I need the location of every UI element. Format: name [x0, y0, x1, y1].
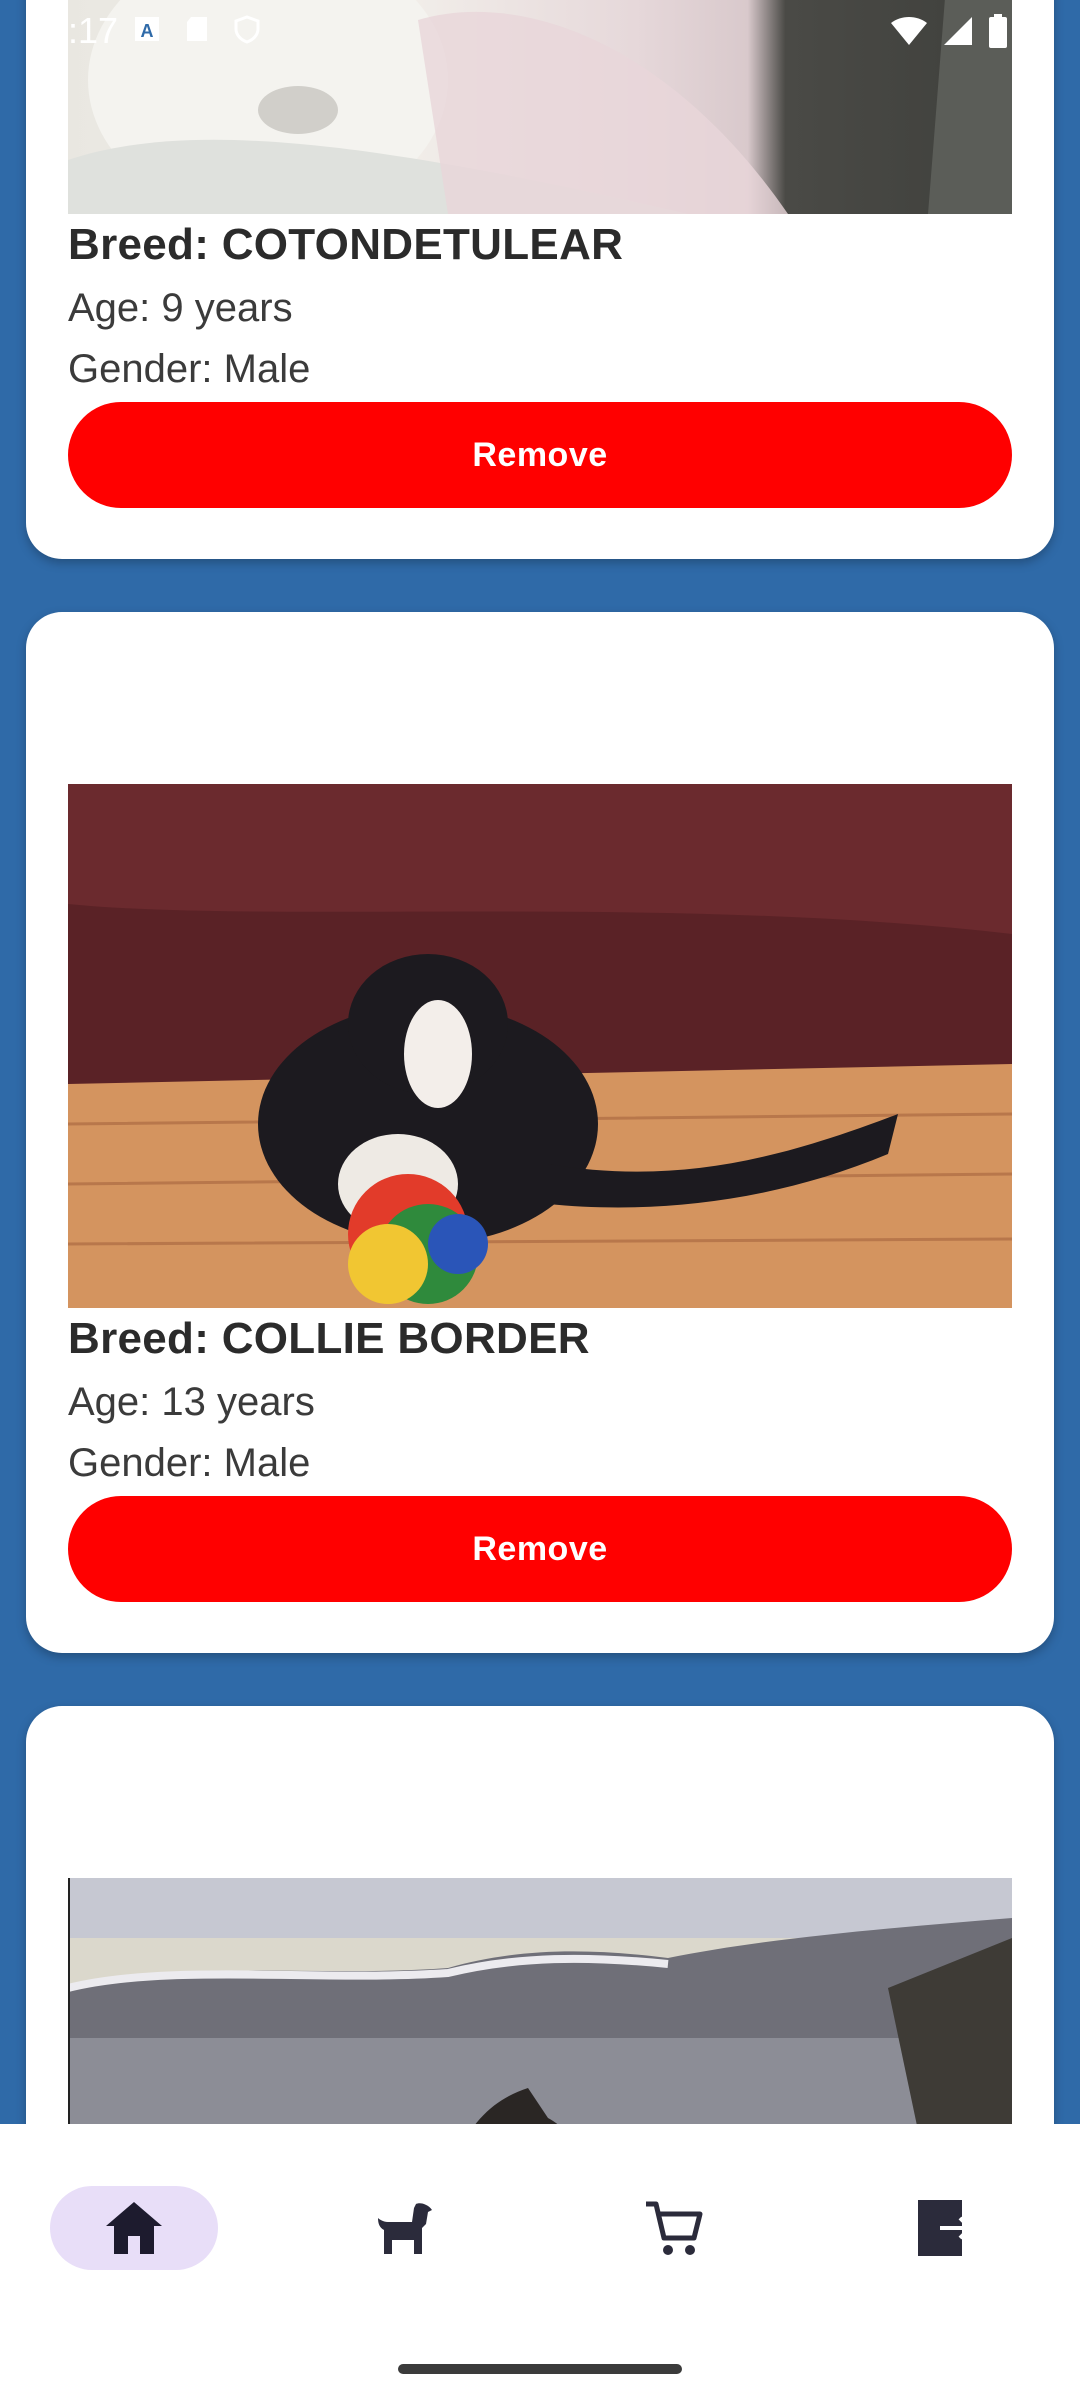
sd-card-icon: [187, 17, 207, 41]
status-icons-right: [890, 14, 1008, 48]
age-label: Age: 9 years: [68, 286, 293, 330]
status-icons-left: A: [132, 14, 262, 44]
nav-home-button[interactable]: [50, 2186, 218, 2270]
nav-dogs-button[interactable]: [320, 2186, 488, 2270]
age-label: Age: 13 years: [68, 1380, 315, 1424]
nav-logout-button[interactable]: [858, 2186, 1026, 2270]
shield-icon: [234, 15, 260, 44]
wifi-icon: [891, 17, 927, 45]
dog-card: Breed: COTONDETULEAR Age: 9 years Gender…: [26, 0, 1054, 559]
nav-cart-button[interactable]: [590, 2186, 758, 2270]
remove-button-label: Remove: [472, 1529, 608, 1568]
svg-text:A: A: [141, 21, 154, 41]
dog-icon: [378, 2203, 432, 2254]
signal-icon: [944, 17, 972, 45]
text-a-icon: A: [135, 17, 159, 41]
gender-label: Gender: Male: [68, 347, 311, 391]
breed-label: Breed: COTONDETULEAR: [68, 220, 624, 269]
dog-info: Breed: COTONDETULEAR Age: 9 years Gender…: [68, 220, 623, 392]
home-icon: [106, 2202, 162, 2254]
bottom-nav: [0, 2124, 1080, 2400]
dog-card: Breed: COLLIE BORDER Age: 13 years Gende…: [26, 612, 1054, 1653]
dog-photo-art: [68, 784, 1012, 1308]
logout-icon: [918, 2200, 973, 2256]
remove-button[interactable]: Remove: [68, 1496, 1012, 1602]
cart-icon: [646, 2201, 703, 2255]
status-time: :17: [68, 10, 119, 51]
gender-label: Gender: Male: [68, 1441, 311, 1485]
remove-button[interactable]: Remove: [68, 402, 1012, 508]
status-bar: :17 A: [0, 0, 1080, 64]
dog-photo: [68, 784, 1012, 1308]
remove-button-label: Remove: [472, 435, 608, 474]
home-indicator: [398, 2364, 682, 2374]
breed-label: Breed: COLLIE BORDER: [68, 1314, 590, 1363]
battery-icon: [989, 14, 1007, 48]
dog-info: Breed: COLLIE BORDER Age: 13 years Gende…: [68, 1314, 590, 1486]
